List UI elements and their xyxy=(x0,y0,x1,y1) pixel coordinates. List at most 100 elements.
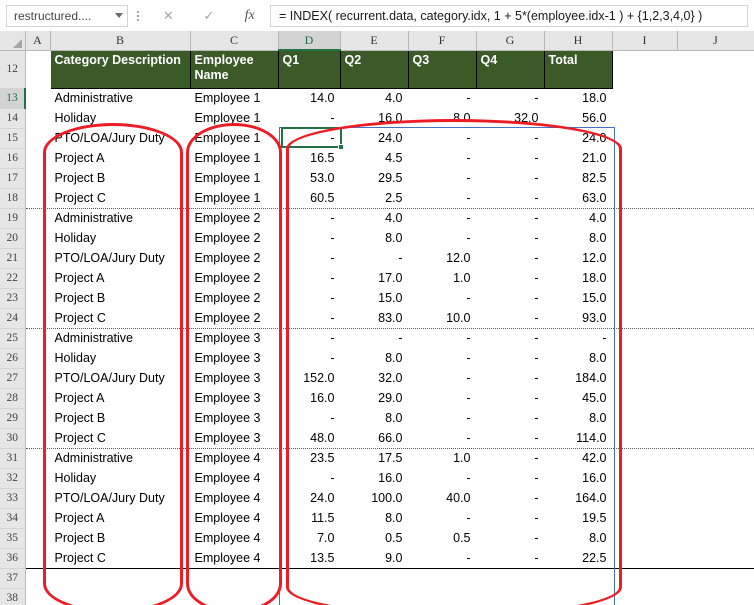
cell-category-32[interactable]: Holiday xyxy=(50,468,191,488)
cell-q4-22[interactable]: - xyxy=(476,268,545,288)
cell-q3-28[interactable]: - xyxy=(408,388,477,408)
cell-total-20[interactable]: 8.0 xyxy=(544,228,613,248)
name-box[interactable]: restructured.... xyxy=(6,4,128,27)
cell-a28[interactable] xyxy=(25,388,51,408)
cell-j18[interactable] xyxy=(677,188,754,209)
cell-category-14[interactable]: Holiday xyxy=(50,108,191,128)
cell-q4-35[interactable]: - xyxy=(476,528,545,548)
cell-q1-16[interactable]: 16.5 xyxy=(278,148,341,168)
cell-q2-13[interactable]: 4.0 xyxy=(340,88,409,108)
cell-i13[interactable] xyxy=(612,88,678,108)
cell-q4-28[interactable]: - xyxy=(476,388,545,408)
cell-j36[interactable] xyxy=(677,548,754,569)
row-header-36[interactable]: 36 xyxy=(0,548,26,569)
row-header-32[interactable]: 32 xyxy=(0,468,26,489)
row-header-30[interactable]: 30 xyxy=(0,428,26,449)
cell-empty-37-4[interactable] xyxy=(340,568,409,588)
cell-j33[interactable] xyxy=(677,488,754,508)
cell-q3-15[interactable]: - xyxy=(408,128,477,148)
cell-empty-38-3[interactable] xyxy=(278,588,341,605)
cell-i26[interactable] xyxy=(612,348,678,368)
header-cell-q4[interactable]: Q4 xyxy=(476,49,545,89)
cell-i36[interactable] xyxy=(612,548,678,569)
cell-q3-36[interactable]: - xyxy=(408,548,477,569)
cell-i30[interactable] xyxy=(612,428,678,449)
column-header-i[interactable]: I xyxy=(612,31,678,51)
cell-employee-19[interactable]: Employee 2 xyxy=(190,208,279,228)
cell-q1-34[interactable]: 11.5 xyxy=(278,508,341,528)
cell-j29[interactable] xyxy=(677,408,754,428)
cell-employee-17[interactable]: Employee 1 xyxy=(190,168,279,188)
header-cell-category[interactable]: Category Description xyxy=(49,49,191,89)
cell-category-35[interactable]: Project B xyxy=(50,528,191,548)
cell-employee-18[interactable]: Employee 1 xyxy=(190,188,279,209)
cell-q3-21[interactable]: 12.0 xyxy=(408,248,477,268)
cell-i35[interactable] xyxy=(612,528,678,548)
cell-a14[interactable] xyxy=(25,108,51,128)
cell-total-17[interactable]: 82.5 xyxy=(544,168,613,188)
table-row[interactable]: 31 Administrative Employee 4 23.5 17.5 1.0-4… xyxy=(0,448,754,469)
cell-q2-28[interactable]: 29.0 xyxy=(340,388,409,408)
cell-q4-36[interactable]: - xyxy=(476,548,545,569)
cell-q2-32[interactable]: 16.0 xyxy=(340,468,409,488)
cell-i28[interactable] xyxy=(612,388,678,408)
row-header-17[interactable]: 17 xyxy=(0,168,26,189)
cell-q3-35[interactable]: 0.5 xyxy=(408,528,477,548)
cell-j17[interactable] xyxy=(677,168,754,188)
cell-employee-15[interactable]: Employee 1 xyxy=(190,128,279,148)
cell-j23[interactable] xyxy=(677,288,754,308)
table-row[interactable]: 36 Project C Employee 4 13.5 9.0- -22.5 xyxy=(0,548,754,569)
cell-q3-13[interactable]: - xyxy=(408,88,477,108)
cell-q4-26[interactable]: - xyxy=(476,348,545,368)
cell-i32[interactable] xyxy=(612,468,678,488)
row-header-22[interactable]: 22 xyxy=(0,268,26,289)
cell-q1-30[interactable]: 48.0 xyxy=(278,428,341,449)
cancel-formula-icon[interactable]: ✕ xyxy=(153,5,183,27)
column-header-j[interactable]: J xyxy=(677,31,754,51)
cell-q2-17[interactable]: 29.5 xyxy=(340,168,409,188)
cell-a21[interactable] xyxy=(25,248,51,268)
cell-employee-30[interactable]: Employee 3 xyxy=(190,428,279,449)
cell-i14[interactable] xyxy=(612,108,678,128)
cell-q2-16[interactable]: 4.5 xyxy=(340,148,409,168)
cell-q4-27[interactable]: - xyxy=(476,368,545,388)
header-cell-q2[interactable]: Q2 xyxy=(340,49,409,89)
cell-a29[interactable] xyxy=(25,408,51,428)
cell-total-13[interactable]: 18.0 xyxy=(544,88,613,108)
cell-a15[interactable] xyxy=(25,128,51,148)
cell-a25[interactable] xyxy=(25,328,51,348)
cell-q4-19[interactable]: - xyxy=(476,208,545,228)
row-header-27[interactable]: 27 xyxy=(0,368,26,389)
cell-q2-22[interactable]: 17.0 xyxy=(340,268,409,288)
header-cell-q1[interactable]: Q1 xyxy=(278,49,341,89)
column-header-e[interactable]: E xyxy=(340,31,409,51)
cell-category-27[interactable]: PTO/LOA/Jury Duty xyxy=(50,368,191,388)
table-row[interactable]: 25 Administrative Employee 3----- xyxy=(0,328,754,349)
cell-q3-30[interactable]: - xyxy=(408,428,477,449)
row-header-15[interactable]: 15 xyxy=(0,128,26,149)
cell-a35[interactable] xyxy=(25,528,51,548)
cell-i23[interactable] xyxy=(612,288,678,308)
cell-a30[interactable] xyxy=(25,428,51,449)
cell-q2-19[interactable]: 4.0 xyxy=(340,208,409,228)
table-row[interactable]: 32 Holiday Employee 4-16.0- -16.0 xyxy=(0,468,754,489)
cell-q3-31[interactable]: 1.0 xyxy=(408,448,477,468)
cell-employee-35[interactable]: Employee 4 xyxy=(190,528,279,548)
cell-q4-29[interactable]: - xyxy=(476,408,545,428)
cell-j28[interactable] xyxy=(677,388,754,408)
cell-empty-37-7[interactable] xyxy=(544,568,613,588)
cell-q3-33[interactable]: 40.0 xyxy=(408,488,477,508)
cell-a20[interactable] xyxy=(25,228,51,248)
cell-employee-28[interactable]: Employee 3 xyxy=(190,388,279,408)
cell-q2-33[interactable]: 100.0 xyxy=(340,488,409,508)
cell-i20[interactable] xyxy=(612,228,678,248)
cell-category-20[interactable]: Holiday xyxy=(50,228,191,248)
cell-q3-27[interactable]: - xyxy=(408,368,477,388)
cell-q1-17[interactable]: 53.0 xyxy=(278,168,341,188)
cell-employee-29[interactable]: Employee 3 xyxy=(190,408,279,428)
table-row[interactable]: 17 Project B Employee 1 53.0 29.5- -82.5 xyxy=(0,168,754,189)
cell-q2-25[interactable]: - xyxy=(340,328,409,348)
cell-category-21[interactable]: PTO/LOA/Jury Duty xyxy=(50,248,191,268)
row-header-26[interactable]: 26 xyxy=(0,348,26,369)
cell-q4-17[interactable]: - xyxy=(476,168,545,188)
